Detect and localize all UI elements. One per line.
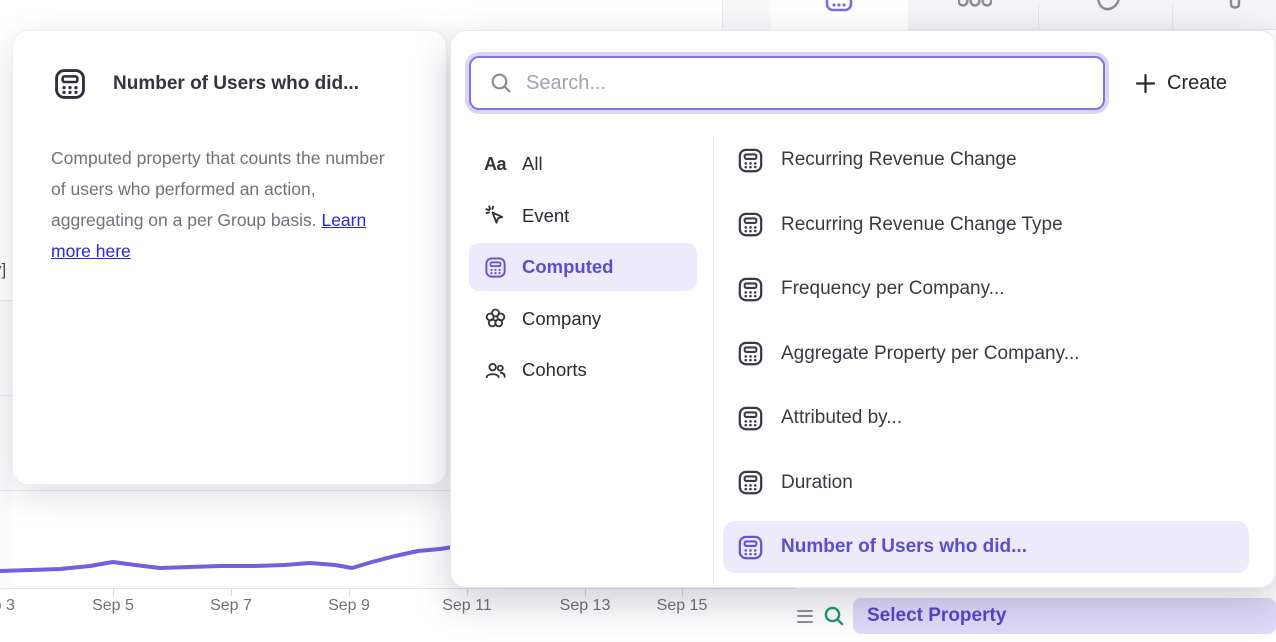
x-axis-line bbox=[0, 588, 795, 589]
axis-tick bbox=[585, 589, 586, 596]
category-cohorts[interactable]: Cohorts bbox=[469, 346, 697, 394]
retention-tab-icon bbox=[1096, 0, 1122, 14]
category-label: Computed bbox=[522, 256, 613, 278]
axis-tick bbox=[231, 589, 232, 596]
calculator-icon bbox=[737, 147, 764, 174]
calculator-icon bbox=[737, 276, 764, 303]
search-input[interactable] bbox=[526, 72, 1066, 95]
axis-tick bbox=[467, 589, 468, 596]
calculator-icon bbox=[53, 67, 87, 101]
category-computed[interactable]: Computed bbox=[469, 243, 697, 291]
search-box bbox=[469, 56, 1105, 110]
calculator-icon bbox=[737, 534, 764, 561]
calculator-icon bbox=[483, 256, 507, 279]
select-property-label: Select Property bbox=[867, 605, 1006, 627]
property-item[interactable]: Attributed by... bbox=[723, 392, 1249, 444]
property-list: Recurring Revenue Change Recurring Reven… bbox=[723, 134, 1249, 586]
x-axis-label: Sep 9 bbox=[328, 597, 370, 615]
tab-retention-chart[interactable] bbox=[1038, 0, 1172, 30]
tab-funnel-chart[interactable] bbox=[1172, 0, 1276, 30]
query-builder-row: Select Property bbox=[780, 596, 1276, 636]
people-icon bbox=[483, 359, 507, 382]
panel-gap bbox=[723, 0, 770, 30]
property-item-label: Attributed by... bbox=[781, 407, 902, 429]
active-tab-icon bbox=[825, 0, 853, 12]
bar-chart-tab-icon bbox=[958, 0, 992, 11]
app-screen: y] Sep 3 Sep 5 Sep 7 Sep 9 Sep 11 Sep 13… bbox=[0, 0, 1276, 642]
row-divider bbox=[0, 300, 12, 301]
axis-tick bbox=[682, 589, 683, 596]
category-all[interactable]: Aa All bbox=[469, 140, 697, 188]
property-item[interactable]: Frequency per Company... bbox=[723, 263, 1249, 315]
category-event[interactable]: Event bbox=[469, 192, 697, 240]
clipped-row-text: y] bbox=[0, 260, 6, 280]
tooltip-description: Computed property that counts the number… bbox=[51, 143, 386, 267]
section-divider bbox=[0, 490, 452, 491]
company-icon bbox=[483, 307, 507, 330]
tab-active-chart-type[interactable] bbox=[770, 0, 908, 30]
drag-handle-icon[interactable] bbox=[797, 610, 813, 623]
property-item-label: Frequency per Company... bbox=[781, 278, 1005, 300]
calculator-icon bbox=[737, 340, 764, 367]
funnel-tab-icon bbox=[1228, 0, 1242, 12]
property-item[interactable]: Recurring Revenue Change Type bbox=[723, 199, 1249, 251]
chart-type-tabbar bbox=[770, 0, 1276, 30]
x-axis-label: Sep 11 bbox=[442, 597, 492, 615]
left-panel-shade bbox=[0, 301, 12, 590]
tab-bar-chart[interactable] bbox=[908, 0, 1038, 30]
category-company[interactable]: Company bbox=[469, 295, 697, 343]
category-label: Company bbox=[522, 308, 601, 330]
plus-icon bbox=[1135, 73, 1156, 94]
property-picker-panel: Create Aa All Event bbox=[450, 30, 1276, 588]
search-icon bbox=[489, 71, 513, 95]
cursor-spark-icon bbox=[483, 204, 507, 227]
property-item-label: Aggregate Property per Company... bbox=[781, 343, 1080, 365]
property-item[interactable]: Aggregate Property per Company... bbox=[723, 328, 1249, 380]
calculator-icon bbox=[737, 469, 764, 496]
x-axis-label: Sep 13 bbox=[560, 597, 611, 615]
category-label: Cohorts bbox=[522, 359, 587, 381]
category-label: Event bbox=[522, 205, 569, 227]
category-sidebar: Aa All Event bbox=[469, 140, 697, 398]
axis-tick bbox=[113, 589, 114, 596]
select-property-field[interactable]: Select Property bbox=[853, 598, 1276, 634]
create-button-label: Create bbox=[1167, 72, 1227, 95]
axis-tick bbox=[349, 589, 350, 596]
x-axis-label: Sep 15 bbox=[657, 597, 708, 615]
panel-divider bbox=[713, 135, 714, 587]
aa-text-icon: Aa bbox=[483, 154, 507, 175]
calculator-icon bbox=[737, 405, 764, 432]
x-axis-label: Sep 7 bbox=[210, 597, 252, 615]
calculator-icon bbox=[737, 211, 764, 238]
x-axis-label: Sep 5 bbox=[92, 597, 134, 615]
property-item-label: Recurring Revenue Change bbox=[781, 149, 1017, 171]
chart-line-series bbox=[0, 545, 466, 571]
property-item[interactable]: Duration bbox=[723, 457, 1249, 509]
clipped-left-panel: y] bbox=[0, 30, 12, 590]
property-item-label: Number of Users who did... bbox=[781, 536, 1027, 558]
property-item-label: Recurring Revenue Change Type bbox=[781, 214, 1063, 236]
property-item-label: Duration bbox=[781, 472, 853, 494]
category-label: All bbox=[522, 153, 543, 175]
tooltip-title: Number of Users who did... bbox=[113, 73, 359, 95]
property-item[interactable]: Recurring Revenue Change bbox=[723, 134, 1249, 186]
create-button[interactable]: Create bbox=[1135, 56, 1227, 110]
property-search-icon[interactable] bbox=[822, 604, 846, 628]
row-divider bbox=[0, 395, 12, 396]
x-axis-label: Sep 3 bbox=[0, 597, 15, 615]
property-info-tooltip: Number of Users who did... Computed prop… bbox=[12, 30, 447, 485]
property-item-selected[interactable]: Number of Users who did... bbox=[723, 521, 1249, 573]
